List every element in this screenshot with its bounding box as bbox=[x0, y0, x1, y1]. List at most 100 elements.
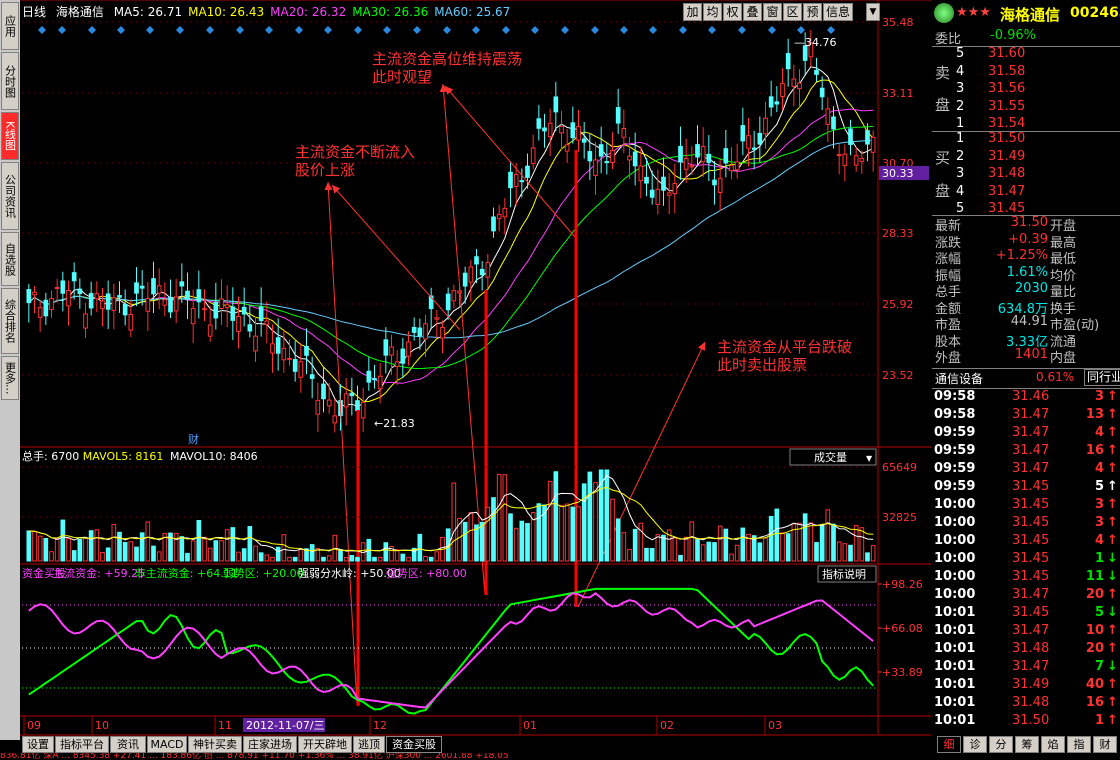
bottom-tab-7[interactable]: 逃顶 bbox=[353, 736, 385, 753]
toolbar-button-2[interactable]: 权 bbox=[723, 3, 742, 21]
ma-label-1: MA10: 26.43 bbox=[188, 5, 265, 19]
candle-body bbox=[292, 359, 298, 372]
weibi-value: -0.96% bbox=[990, 28, 1036, 43]
candle-body bbox=[587, 151, 593, 162]
candle-body bbox=[54, 286, 60, 290]
candle-body bbox=[508, 171, 513, 189]
candle-body bbox=[502, 207, 508, 218]
tick-price-18: 31.50 bbox=[1012, 713, 1050, 728]
tick-price-17: 31.48 bbox=[1012, 695, 1050, 710]
volume-bar bbox=[587, 471, 593, 562]
tick-volume-2: 4 bbox=[1094, 425, 1104, 440]
left-tab-4[interactable]: 自选股 bbox=[1, 232, 19, 286]
tick-time-3: 09:59 bbox=[934, 443, 976, 458]
left-tab-5[interactable]: 综合排名 bbox=[1, 288, 19, 354]
quote-tab-6[interactable]: 财 bbox=[1093, 736, 1117, 753]
quote-tab-3[interactable]: 筹 bbox=[1015, 736, 1039, 753]
left-tab-0[interactable]: 应用 bbox=[1, 2, 19, 50]
tick-price-7: 31.45 bbox=[1012, 515, 1050, 530]
candle-body bbox=[683, 157, 689, 170]
volume-bar bbox=[173, 532, 179, 562]
candle-body bbox=[570, 122, 576, 139]
bottom-tab-2[interactable]: 资讯 bbox=[110, 736, 146, 753]
bottom-tab-0[interactable]: 设置 bbox=[22, 736, 54, 753]
quote-tab-0[interactable]: 细 bbox=[937, 736, 961, 753]
candle-body bbox=[638, 165, 644, 182]
volume-bar bbox=[785, 533, 791, 562]
volume-bar bbox=[638, 522, 644, 562]
candle-body bbox=[196, 289, 202, 303]
toolbar-dropdown-icon[interactable]: ▼ bbox=[866, 3, 880, 21]
volume-bar bbox=[678, 554, 683, 562]
tick-time-0: 09:58 bbox=[934, 389, 976, 404]
volume-bar bbox=[570, 506, 576, 562]
quote-tab-4[interactable]: 焰 bbox=[1041, 736, 1065, 753]
sell-price-3: 31.55 bbox=[988, 98, 1026, 114]
volume-bar bbox=[287, 556, 292, 562]
k-line-chart[interactable]: 35.4833.1130.7028.3325.9223.5230.33—34.7… bbox=[20, 0, 932, 740]
candle-body bbox=[134, 282, 139, 294]
quote-tab-5[interactable]: 指 bbox=[1067, 736, 1091, 753]
tick-volume-8: 4 bbox=[1094, 533, 1104, 548]
same-industry-button[interactable]: 同行业 bbox=[1084, 369, 1120, 386]
tick-volume-18: 1 bbox=[1094, 713, 1104, 728]
volume-bar bbox=[66, 538, 71, 562]
left-tab-2[interactable]: K线图 bbox=[1, 112, 19, 160]
candle-body bbox=[627, 155, 632, 161]
candle-body bbox=[111, 297, 117, 311]
volume-bar bbox=[105, 547, 111, 562]
candle-body bbox=[383, 339, 389, 356]
volume-bar bbox=[479, 521, 485, 562]
volume-bar bbox=[185, 552, 190, 562]
bottom-tab-8[interactable]: 资金买股 bbox=[386, 736, 442, 753]
toolbar-button-4[interactable]: 窗 bbox=[763, 3, 782, 21]
bottom-tab-6[interactable]: 开天辟地 bbox=[298, 736, 352, 753]
quote-tab-1[interactable]: 诊 bbox=[963, 736, 987, 753]
toolbar-button-1[interactable]: 均 bbox=[703, 3, 722, 21]
left-tab-3[interactable]: 公司资讯 bbox=[1, 162, 19, 230]
up-arrow-icon: ↑ bbox=[1107, 389, 1118, 404]
candle-body bbox=[564, 144, 570, 152]
candle-body bbox=[445, 293, 451, 311]
down-arrow-icon: ↓ bbox=[1107, 659, 1118, 674]
candle-body bbox=[179, 281, 185, 287]
volume-bar bbox=[712, 542, 717, 562]
tick-volume-10: 11 bbox=[1085, 569, 1104, 584]
volume-bar bbox=[253, 545, 258, 562]
volume-bar bbox=[729, 553, 734, 562]
toolbar-button-5[interactable]: 区 bbox=[783, 3, 802, 21]
logo-icon bbox=[934, 3, 954, 23]
candle-body bbox=[94, 293, 100, 300]
bottom-tab-4[interactable]: 神针买卖 bbox=[188, 736, 242, 753]
toolbar-button-7[interactable]: 信息 bbox=[823, 3, 853, 21]
bottom-tab-3[interactable]: MACD bbox=[147, 736, 187, 753]
toolbar-button-0[interactable]: 加 bbox=[683, 3, 702, 21]
candle-body bbox=[156, 285, 162, 294]
candle-body bbox=[162, 299, 168, 306]
volume-bar bbox=[723, 528, 729, 562]
toolbar-button-6[interactable]: 预 bbox=[803, 3, 822, 21]
volume-bar bbox=[632, 528, 638, 562]
volume-bar bbox=[508, 513, 513, 562]
bottom-tab-1[interactable]: 指标平台 bbox=[55, 736, 109, 753]
tick-price-4: 31.47 bbox=[1012, 461, 1050, 476]
tick-price-9: 31.45 bbox=[1012, 551, 1050, 566]
x-axis-label-5: 02 bbox=[660, 719, 674, 732]
chart-header: 日线 海格通信 MA5: 26.71 MA10: 26.43 MA20: 26.32… bbox=[22, 3, 510, 19]
tick-volume-17: 16 bbox=[1085, 695, 1104, 710]
left-tab-1[interactable]: 分时图 bbox=[1, 52, 19, 110]
quote-tab-2[interactable]: 分 bbox=[989, 736, 1013, 753]
candle-body bbox=[258, 306, 264, 322]
candle-body bbox=[213, 301, 219, 319]
volume-bar bbox=[853, 525, 859, 562]
candle-body bbox=[423, 323, 428, 340]
tick-price-3: 31.47 bbox=[1012, 443, 1050, 458]
price-axis-label-4: 25.92 bbox=[882, 298, 914, 311]
candle-body bbox=[717, 177, 723, 193]
bottom-tab-5[interactable]: 庄家进场 bbox=[243, 736, 297, 753]
candle-body bbox=[661, 176, 666, 191]
candle-body bbox=[842, 153, 848, 166]
left-tab-6[interactable]: 更多... bbox=[1, 356, 19, 400]
volume-bar bbox=[77, 538, 83, 562]
toolbar-button-3[interactable]: 叠 bbox=[743, 3, 762, 21]
